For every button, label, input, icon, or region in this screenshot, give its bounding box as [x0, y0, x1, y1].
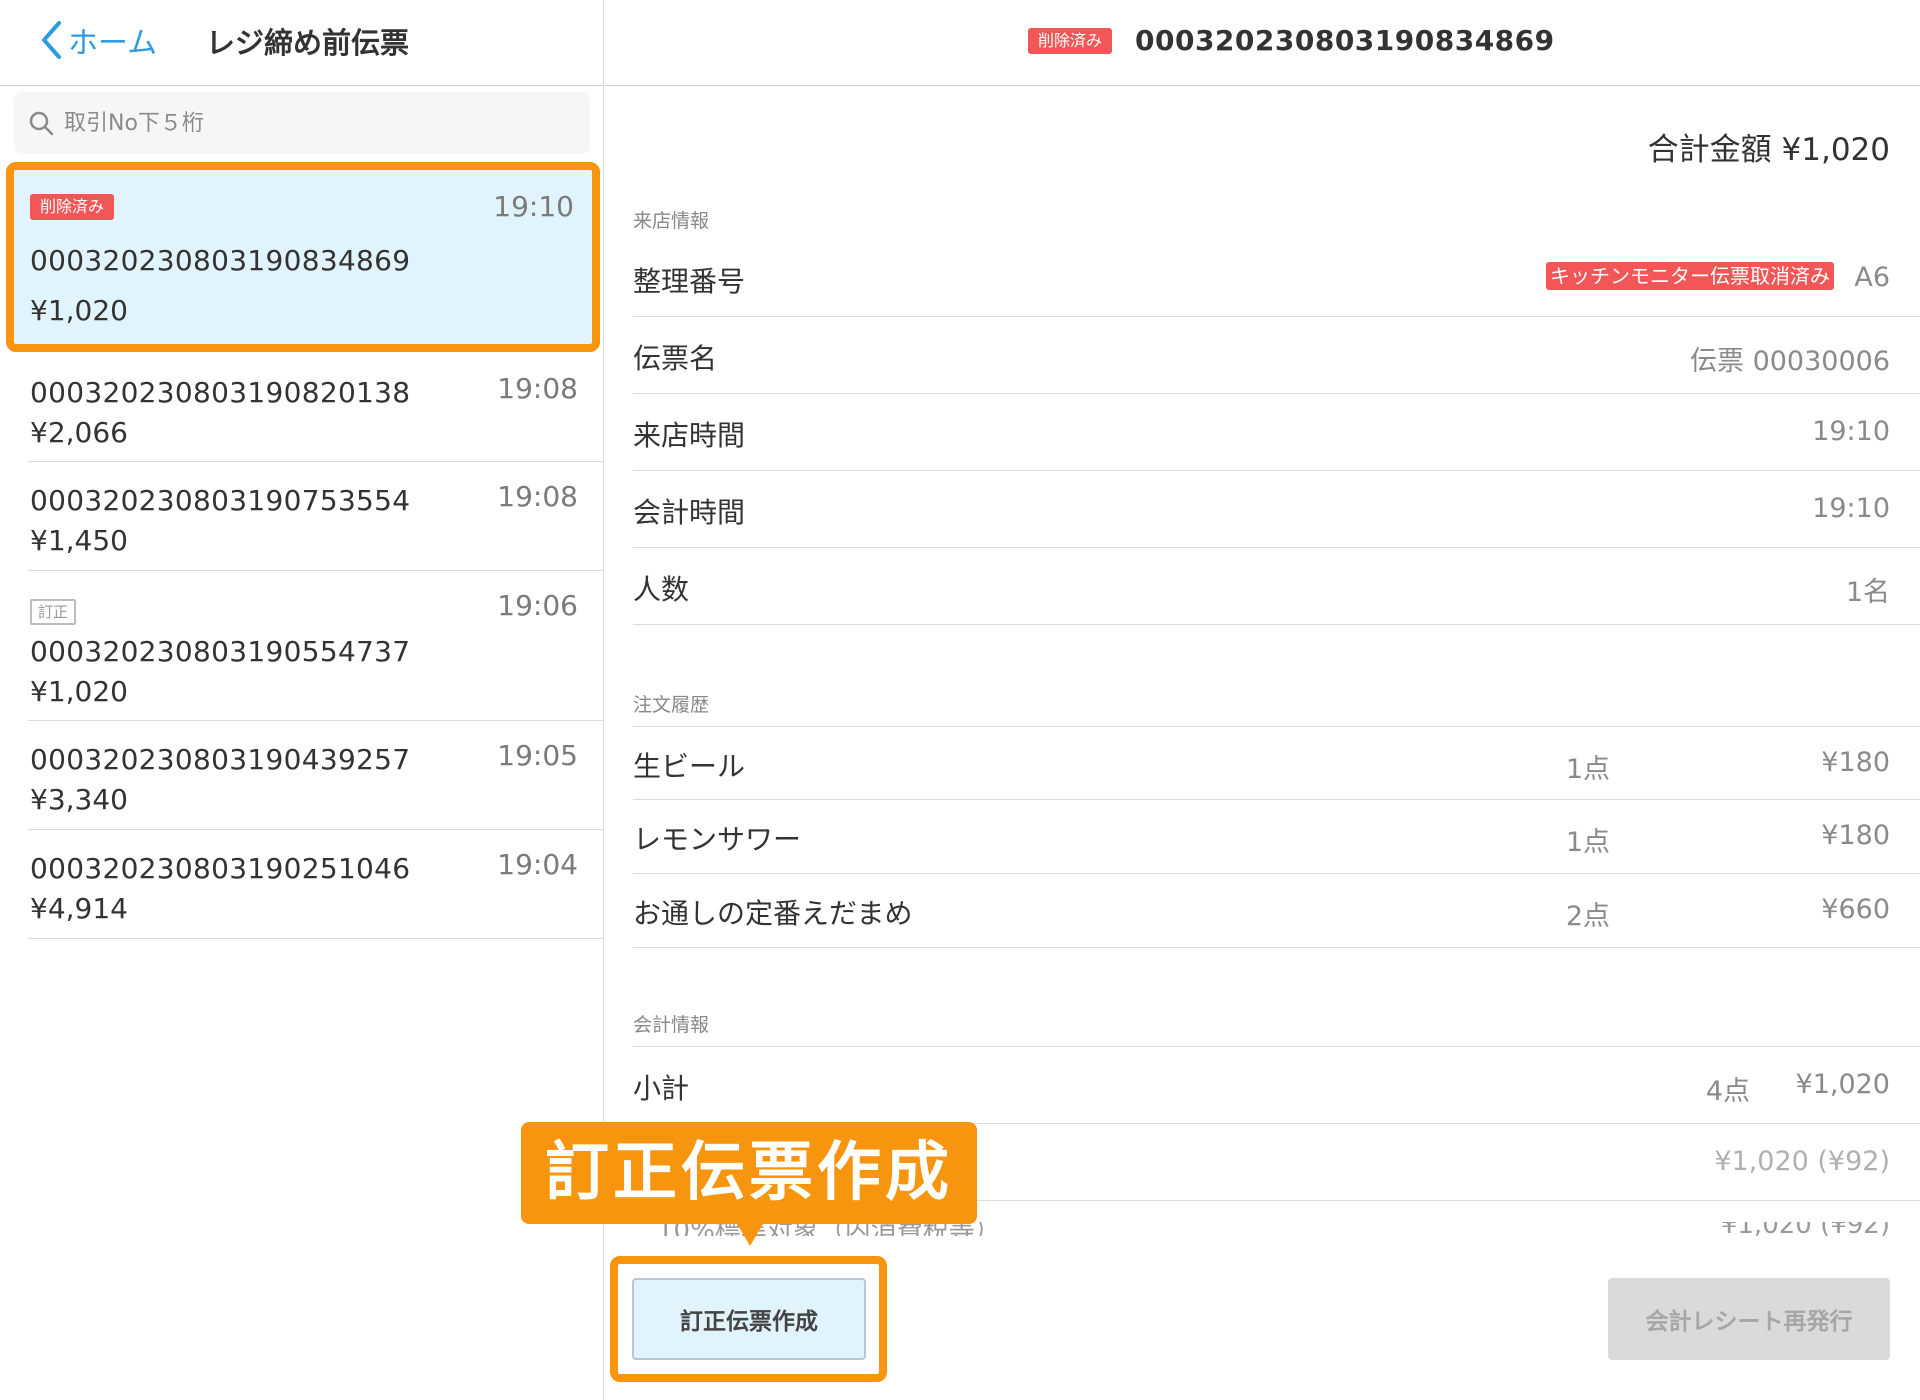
instruction-callout: 訂正伝票作成	[521, 1122, 977, 1224]
transaction-time: 19:10	[493, 190, 574, 223]
transaction-list-pane: ホーム レジ締め前伝票 削除済み 19:10 00032023080319083…	[0, 0, 604, 1400]
transaction-id: 000320230803190820138	[30, 376, 411, 409]
order-row: お通しの定番えだまめ 2点 ¥660	[633, 874, 1920, 948]
transaction-time: 19:08	[497, 480, 578, 513]
transaction-amount: ¥4,914	[30, 892, 128, 925]
search-input[interactable]	[64, 110, 564, 136]
partial-row-cutoff: 10%標準対象（内消費税等） ¥1,020 (¥92)	[633, 1222, 1920, 1236]
transaction-time: 19:05	[497, 739, 578, 772]
section-label-orders: 注文履歴	[633, 694, 710, 716]
transaction-item[interactable]: 000320230803190820138 19:08 ¥2,066	[28, 354, 604, 462]
transaction-time: 19:06	[497, 589, 578, 622]
kitchen-cancelled-badge: キッチンモニター伝票取消済み	[1546, 262, 1834, 290]
row-ticket-number: 整理番号 キッチンモニター伝票取消済み A6	[633, 240, 1920, 317]
transaction-amount: ¥1,450	[30, 524, 128, 557]
transaction-id: 000320230803190753554	[30, 484, 411, 517]
callout-pointer	[736, 1222, 764, 1246]
chevron-left-icon	[42, 21, 61, 59]
reissue-receipt-button[interactable]: 会計レシート再発行	[1608, 1278, 1890, 1360]
detail-transaction-id: 000320230803190834869	[1135, 24, 1555, 57]
detail-header: 削除済み 000320230803190834869	[605, 0, 1920, 86]
section-label-visit: 来店情報	[633, 210, 710, 232]
row-guest-count: 人数 1名	[633, 548, 1920, 625]
page-title: レジ締め前伝票	[206, 26, 410, 60]
transaction-item[interactable]: 000320230803190439257 19:05 ¥3,340	[28, 721, 604, 830]
search-bar[interactable]	[14, 92, 590, 154]
transaction-time: 19:08	[497, 372, 578, 405]
corrected-badge: 訂正	[30, 599, 77, 625]
section-label-payment: 会計情報	[633, 1014, 710, 1036]
deleted-badge: 削除済み	[30, 194, 115, 220]
transaction-time: 19:04	[497, 848, 578, 881]
row-slip-name: 伝票名 伝票 00030006	[633, 317, 1920, 394]
transaction-id: 000320230803190834869	[30, 244, 411, 277]
transaction-item[interactable]: 000320230803190251046 19:04 ¥4,914	[28, 830, 604, 939]
transaction-list: 削除済み 19:10 000320230803190834869 ¥1,020 …	[0, 160, 604, 939]
transaction-id: 000320230803190439257	[30, 743, 411, 776]
row-checkout-time: 会計時間 19:10	[633, 471, 1920, 548]
deleted-badge: 削除済み	[1028, 28, 1113, 54]
transaction-amount: ¥1,020	[30, 294, 128, 327]
row-visit-time: 来店時間 19:10	[633, 394, 1920, 471]
transaction-amount: ¥1,020	[30, 675, 128, 708]
total-amount: 合計金額 ¥1,020	[1647, 132, 1890, 168]
left-header: ホーム レジ締め前伝票	[0, 0, 603, 86]
subtotal-row: 小計 4点 ¥1,020	[633, 1047, 1920, 1124]
transaction-amount: ¥2,066	[30, 416, 128, 449]
transaction-item-selected[interactable]: 削除済み 19:10 000320230803190834869 ¥1,020	[0, 160, 604, 354]
transaction-amount: ¥3,340	[30, 783, 128, 816]
back-button[interactable]: ホーム	[40, 18, 157, 62]
transaction-item[interactable]: 000320230803190753554 19:08 ¥1,450	[28, 462, 604, 571]
create-correction-slip-button[interactable]: 訂正伝票作成	[632, 1278, 866, 1360]
transaction-id: 000320230803190554737	[30, 635, 411, 668]
transaction-item[interactable]: 訂正 19:06 000320230803190554737 ¥1,020	[28, 571, 604, 721]
transaction-id: 000320230803190251046	[30, 852, 411, 885]
action-footer: 訂正伝票作成 会計レシート再発行	[605, 1236, 1920, 1400]
search-icon	[29, 111, 54, 136]
back-label: ホーム	[68, 26, 158, 61]
order-row: 生ビール 1点 ¥180	[633, 727, 1920, 800]
order-row: レモンサワー 1点 ¥180	[633, 800, 1920, 874]
